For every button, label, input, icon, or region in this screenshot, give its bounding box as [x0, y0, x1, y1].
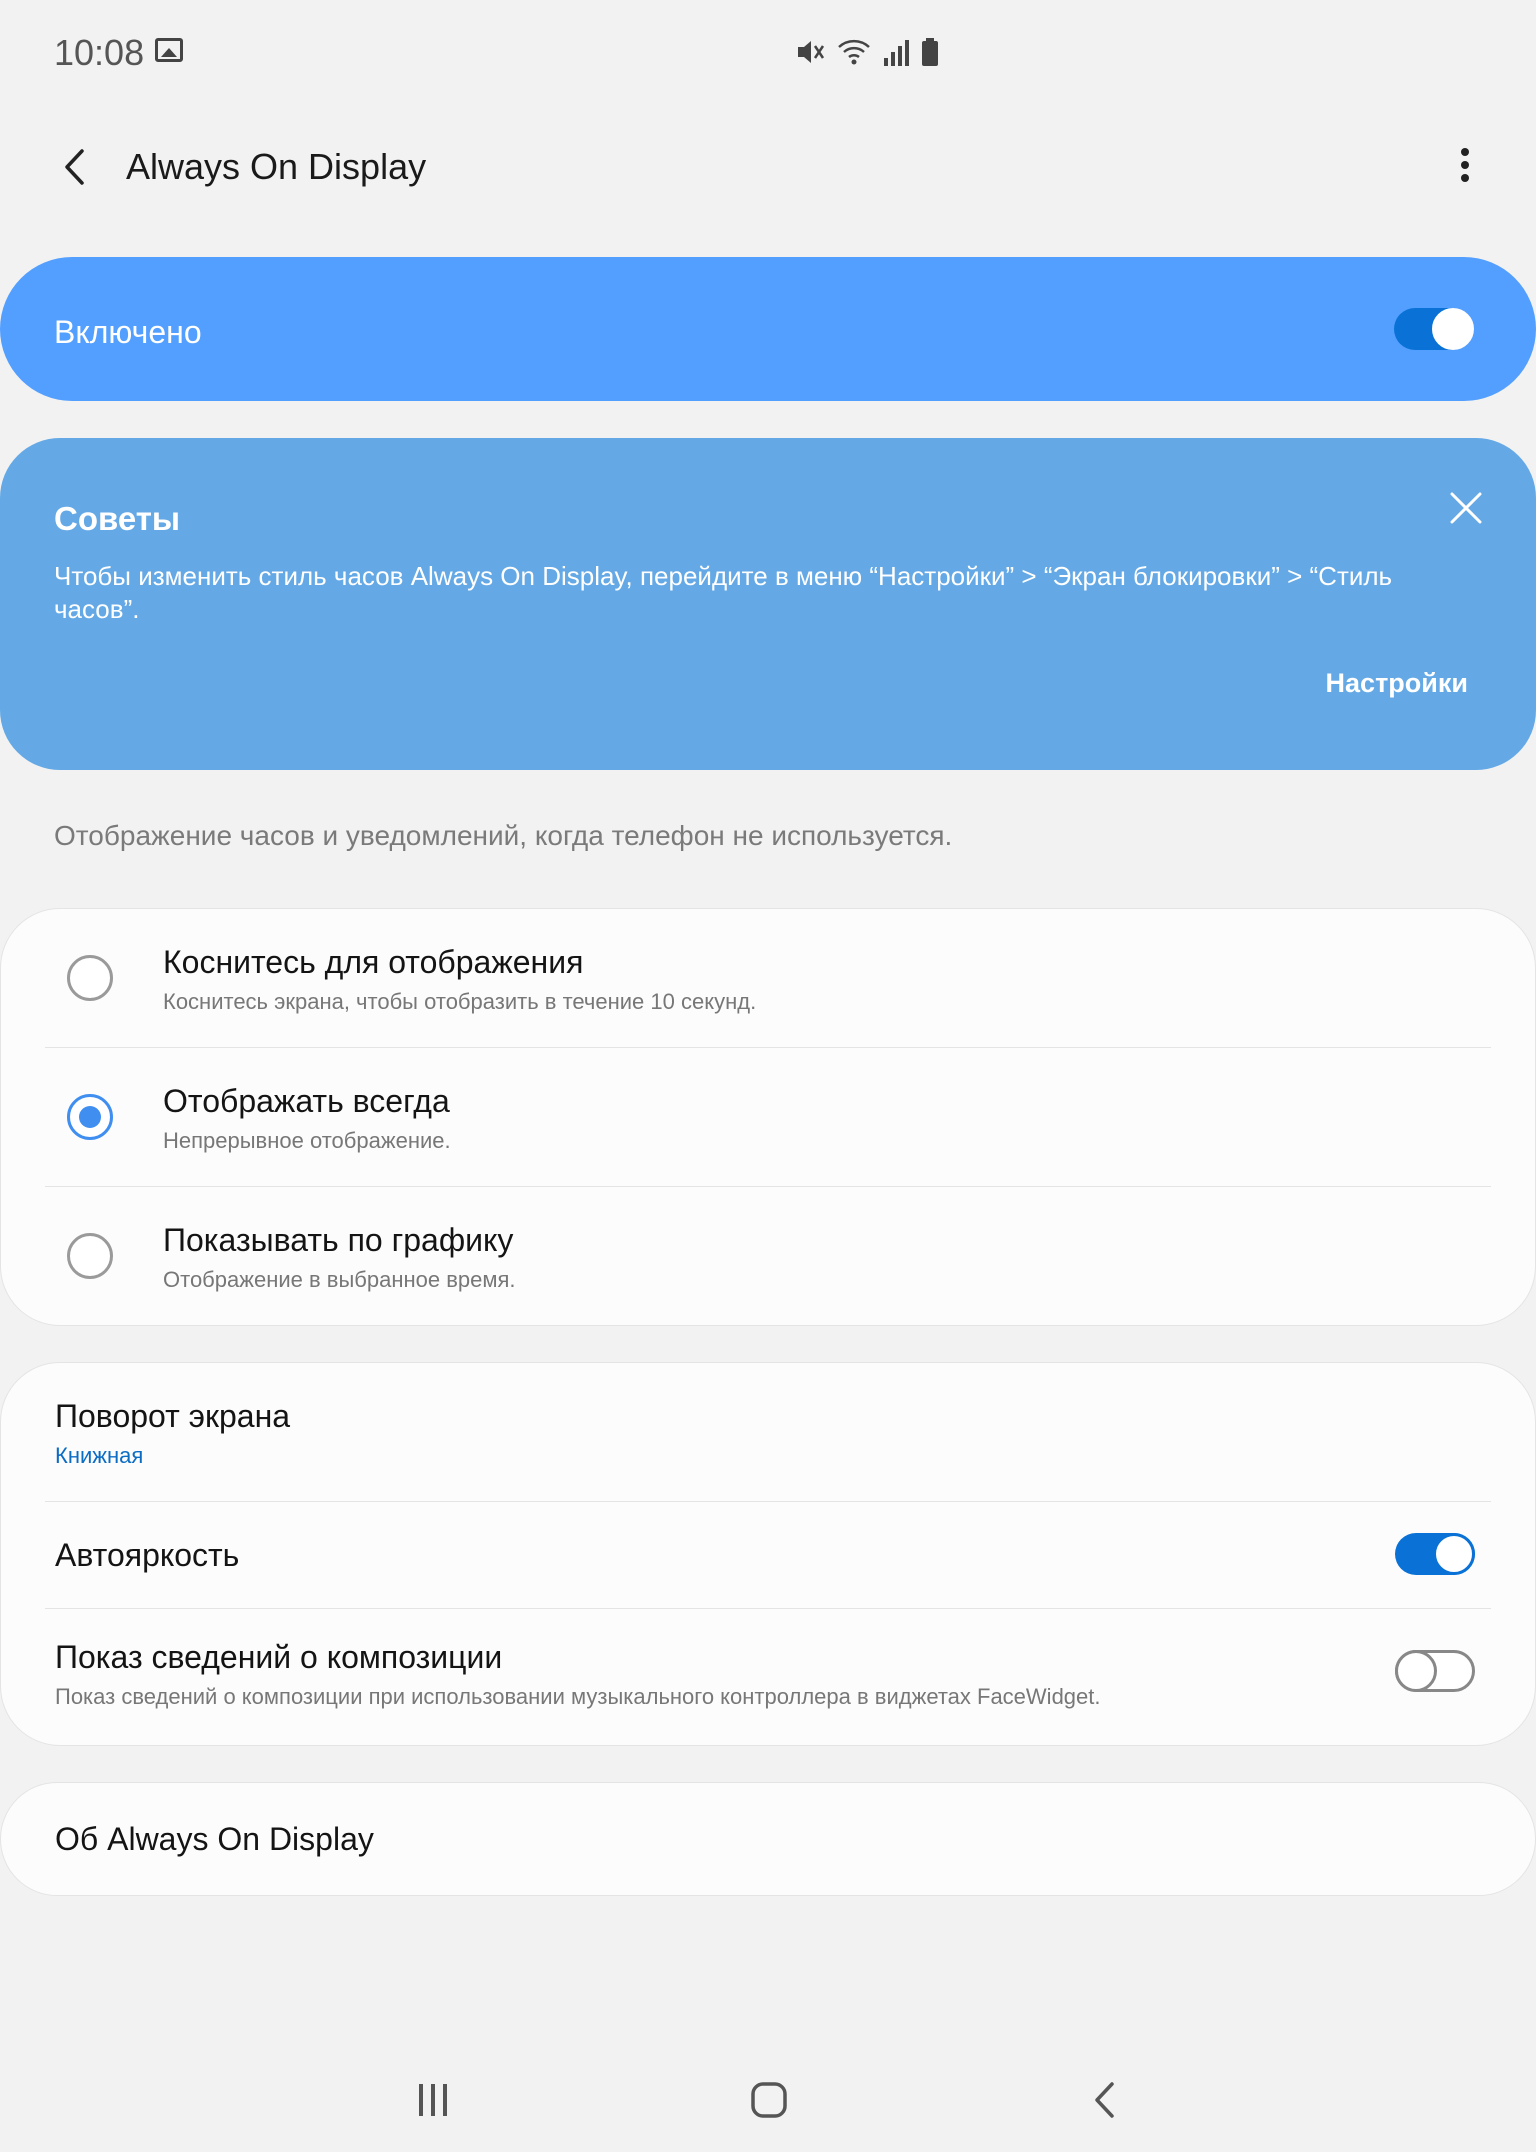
master-switch-label: Включено [54, 314, 202, 350]
mode-title: Показывать по графику [163, 1222, 514, 1258]
music-info-toggle[interactable] [1395, 1650, 1475, 1692]
master-toggle[interactable] [1394, 308, 1474, 350]
tips-card: Советы Чтобы изменить стиль часов Always… [0, 438, 1536, 770]
about-card[interactable]: Об Always On Display [0, 1782, 1536, 1896]
recents-button[interactable] [400, 2068, 466, 2132]
mode-title: Коснитесь для отображения [163, 944, 584, 980]
nav-back-button[interactable] [1072, 2068, 1138, 2132]
tips-title: Советы [54, 500, 181, 537]
toggle-knob [1432, 308, 1474, 350]
mode-option-tap[interactable]: Коснитесь для отображения Коснитесь экра… [1, 909, 1535, 1047]
back-button[interactable] [50, 142, 100, 192]
toggle-knob [1395, 1650, 1437, 1692]
recents-icon [419, 2084, 447, 2116]
mode-subtitle: Коснитесь экрана, чтобы отобразить в теч… [163, 989, 757, 1014]
close-button[interactable] [1444, 486, 1488, 530]
master-switch-bar[interactable]: Включено [0, 257, 1536, 401]
settings-card: Поворот экрана Книжная Автояркость Показ… [0, 1362, 1536, 1746]
about-title: Об Always On Display [55, 1821, 374, 1857]
signal-icon [884, 40, 909, 66]
auto-brightness-toggle[interactable] [1395, 1533, 1475, 1575]
tips-settings-link[interactable]: Настройки [1326, 668, 1468, 699]
status-icons [794, 36, 940, 68]
chevron-left-icon [65, 149, 84, 185]
auto-brightness-row[interactable]: Автояркость [1, 1502, 1535, 1608]
mode-title: Отображать всегда [163, 1083, 450, 1119]
auto-brightness-title: Автояркость [55, 1537, 240, 1573]
more-options-button[interactable] [1440, 140, 1490, 190]
display-mode-card: Коснитесь для отображения Коснитесь экра… [0, 908, 1536, 1326]
wifi-icon [838, 39, 870, 65]
rotation-title: Поворот экрана [55, 1398, 291, 1434]
mute-icon [798, 41, 825, 63]
tips-text: Чтобы изменить стиль часов Always On Dis… [54, 561, 1393, 624]
home-icon [751, 2082, 787, 2118]
music-info-title: Показ сведений о композиции [55, 1639, 503, 1675]
radio-button[interactable] [67, 955, 113, 1001]
back-icon [1095, 2082, 1114, 2118]
radio-button[interactable] [67, 1233, 113, 1279]
mode-subtitle: Непрерывное отображение. [163, 1128, 451, 1153]
music-info-row[interactable]: Показ сведений о композиции Показ сведен… [1, 1609, 1535, 1747]
home-button[interactable] [736, 2068, 802, 2132]
mode-subtitle: Отображение в выбранное время. [163, 1267, 516, 1292]
close-icon [1450, 492, 1482, 524]
rotation-value: Книжная [55, 1443, 144, 1468]
description-text: Отображение часов и уведомлений, когда т… [54, 820, 953, 851]
status-time: 10:08 [54, 32, 145, 73]
music-info-subtitle: Показ сведений о композиции при использо… [55, 1684, 1101, 1709]
mode-option-always[interactable]: Отображать всегда Непрерывное отображени… [1, 1048, 1535, 1186]
mode-option-schedule[interactable]: Показывать по графику Отображение в выбр… [1, 1187, 1535, 1325]
toggle-knob [1433, 1533, 1475, 1575]
battery-icon [922, 38, 938, 66]
rotation-row[interactable]: Поворот экрана Книжная [1, 1363, 1535, 1501]
more-vertical-icon [1461, 148, 1469, 182]
page-title: Always On Display [126, 146, 427, 187]
image-icon [155, 38, 183, 62]
radio-button-checked[interactable] [67, 1094, 113, 1140]
